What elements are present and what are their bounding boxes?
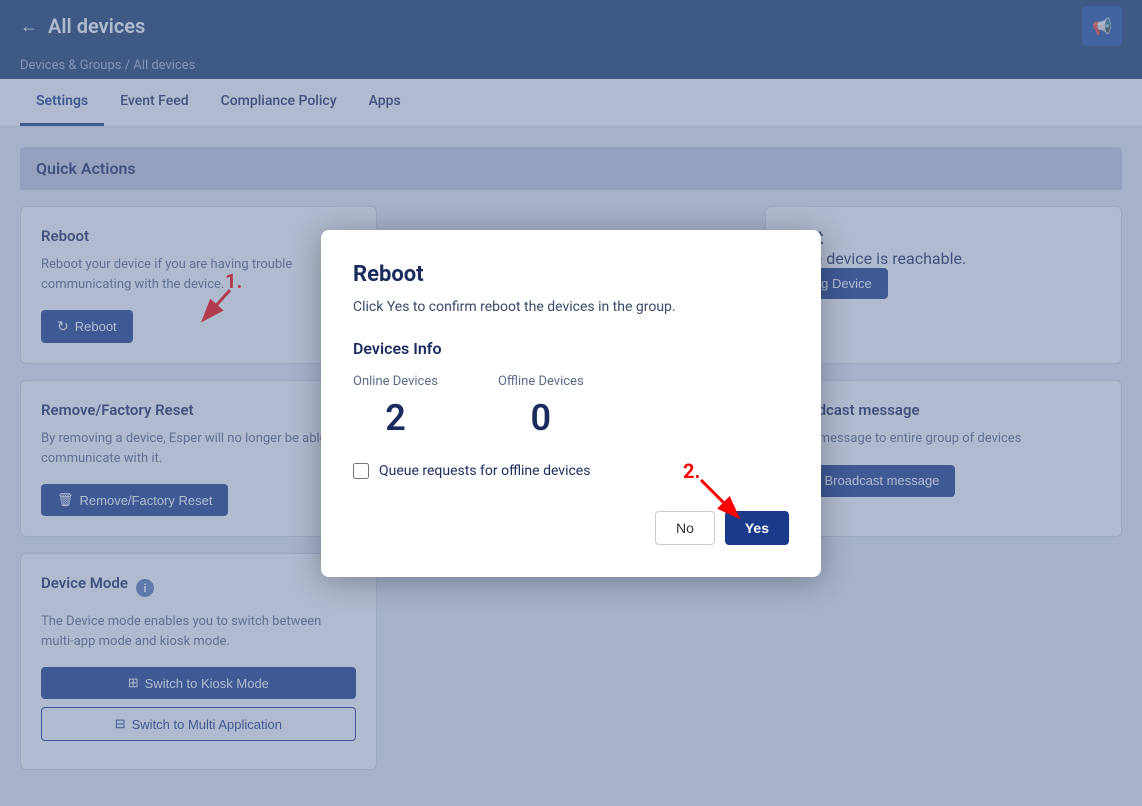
devices-info-title: Devices Info [353, 339, 789, 358]
online-stat: Online Devices 2 [353, 374, 438, 439]
modal-overlay: Reboot Click Yes to confirm reboot the d… [0, 0, 1142, 806]
modal-subtitle: Click Yes to confirm reboot the devices … [353, 299, 789, 315]
online-count: 2 [385, 397, 406, 439]
yes-button[interactable]: Yes [725, 511, 789, 545]
devices-stats: Online Devices 2 Offline Devices 0 [353, 374, 789, 439]
queue-label: Queue requests for offline devices [379, 463, 590, 479]
offline-count: 0 [531, 397, 552, 439]
modal-title: Reboot [353, 262, 789, 287]
offline-label: Offline Devices [498, 374, 584, 389]
modal-actions: No Yes [353, 511, 789, 545]
online-label: Online Devices [353, 374, 438, 389]
queue-checkbox[interactable] [353, 463, 369, 479]
offline-stat: Offline Devices 0 [498, 374, 584, 439]
queue-checkbox-row: Queue requests for offline devices [353, 463, 789, 479]
page-wrapper: ← All devices 📢 Devices & Groups / All d… [0, 0, 1142, 806]
no-button[interactable]: No [655, 511, 715, 545]
reboot-modal: Reboot Click Yes to confirm reboot the d… [321, 230, 821, 577]
